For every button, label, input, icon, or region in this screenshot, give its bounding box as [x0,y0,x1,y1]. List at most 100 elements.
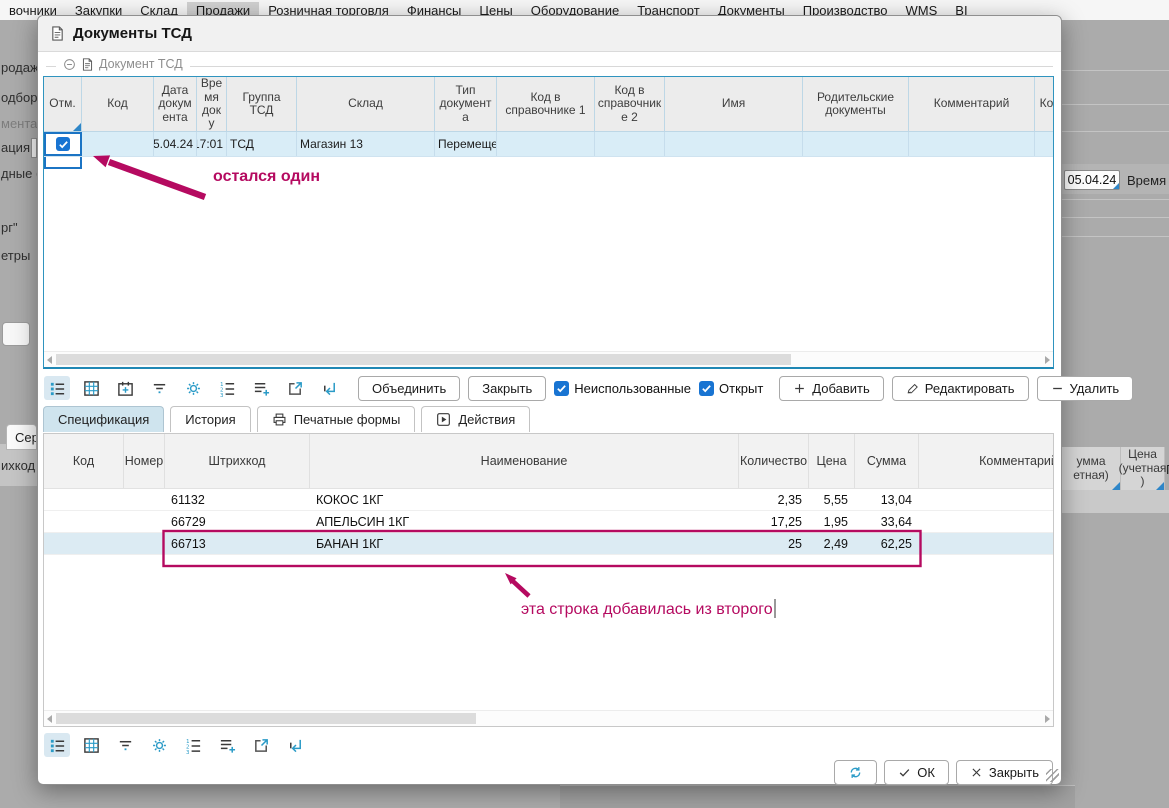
cell-qty[interactable]: 17,25 [739,511,809,532]
reload-icon[interactable] [282,733,308,757]
cell-name[interactable]: БАНАН 1КГ [310,533,739,554]
delete-button[interactable]: Удалить [1037,376,1134,401]
edit-button[interactable]: Редактировать [892,376,1029,401]
cell-barcode[interactable]: 66713 [165,533,310,554]
column-header-ref1[interactable]: Код в справочнике 1 [497,77,595,132]
column-header-extra[interactable]: Ко [1035,77,1054,132]
settings-gear-icon[interactable] [146,733,172,757]
resize-grip[interactable] [1046,769,1059,782]
tab-specification[interactable]: Спецификация [43,406,164,432]
column-header-barcode[interactable]: Штрихкод [165,434,310,488]
unused-checkbox[interactable]: Неиспользованные [554,381,691,396]
cell-parents[interactable] [803,132,909,156]
column-header-sklad[interactable]: Склад [297,77,435,132]
add-rows-icon[interactable] [214,733,240,757]
tab-history[interactable]: История [170,406,250,432]
cell-extra[interactable] [1035,132,1054,156]
spec-row-apelsin[interactable]: 66729 АПЕЛЬСИН 1КГ 17,25 1,95 33,64 [44,511,1053,533]
refresh-button[interactable] [834,760,877,785]
column-header-otm[interactable]: Отм. [44,77,82,132]
scroll-right-arrow[interactable] [1045,356,1050,364]
tab-print-forms[interactable]: Печатные формы [257,406,416,432]
cell-kod[interactable] [82,132,154,156]
add-rows-icon[interactable] [248,376,274,400]
cell-name[interactable]: КОКОС 1КГ [310,489,739,510]
dialog-close-button[interactable]: Закрыть [956,760,1053,785]
cell-price[interactable]: 5,55 [809,489,855,510]
column-header-doctype[interactable]: Тип документа [435,77,497,132]
grid-cell-cursor [44,157,82,169]
scroll-left-arrow[interactable] [47,715,52,723]
column-header-comment[interactable]: Комментарий [919,434,1054,488]
cell-ref1[interactable] [497,132,595,156]
settings-gear-icon[interactable] [180,376,206,400]
cell-ref2[interactable] [595,132,665,156]
spec-row-banan-selected[interactable]: 66713 БАНАН 1КГ 25 2,49 62,25 [44,533,1053,555]
merge-button[interactable]: Объединить [358,376,460,401]
column-header-comment[interactable]: Комментарий [909,77,1035,132]
scroll-right-arrow[interactable] [1045,715,1050,723]
ok-button[interactable]: ОК [884,760,949,785]
cell-comment[interactable] [919,533,1054,554]
cell-doctype[interactable]: Перемещение [435,132,497,156]
cell-qty[interactable]: 25 [739,533,809,554]
grid-icon[interactable] [78,733,104,757]
cell-name[interactable]: АПЕЛЬСИН 1КГ [310,511,739,532]
scrollbar-thumb[interactable] [56,713,476,724]
column-header-parents[interactable]: Родительские документы [803,77,909,132]
filter-icon[interactable] [112,733,138,757]
documents-grid: Отм. Код Дата документа Время доку Групп… [43,76,1054,369]
cell-sum[interactable]: 13,04 [855,489,919,510]
calendar-add-icon[interactable] [112,376,138,400]
column-header-qty[interactable]: Количество [739,434,809,488]
open-checkbox[interactable]: Открыт [699,381,763,396]
column-header-nomer[interactable]: Номер [124,434,165,488]
column-header-price[interactable]: Цена [809,434,855,488]
cell-comment[interactable] [919,511,1054,532]
add-button[interactable]: Добавить [779,376,883,401]
cell-price[interactable]: 2,49 [809,533,855,554]
open-external-icon[interactable] [248,733,274,757]
column-header-kod[interactable]: Код [44,434,124,488]
cell-barcode[interactable]: 66729 [165,511,310,532]
filter-icon[interactable] [146,376,172,400]
cell-comment[interactable] [919,489,1054,510]
cell-qty[interactable]: 2,35 [739,489,809,510]
cell-barcode[interactable]: 61132 [165,489,310,510]
column-header-name[interactable]: Наименование [310,434,739,488]
printer-icon [272,412,287,427]
list-view-icon[interactable] [44,376,70,400]
scroll-left-arrow[interactable] [47,356,52,364]
column-header-kod[interactable]: Код [82,77,154,132]
row-mark-cell[interactable] [44,132,82,156]
cell-time[interactable]: 17:01 [197,132,227,156]
grid-icon[interactable] [78,376,104,400]
column-header-name[interactable]: Имя [665,77,803,132]
cell-name[interactable] [665,132,803,156]
column-header-sum[interactable]: Сумма [855,434,919,488]
list-view-icon[interactable] [44,733,70,757]
cell-price[interactable]: 1,95 [809,511,855,532]
spec-row-kokos[interactable]: 61132 КОКОС 1КГ 2,35 5,55 13,04 [44,489,1053,511]
reload-icon[interactable] [316,376,342,400]
open-external-icon[interactable] [282,376,308,400]
cell-sum[interactable]: 62,25 [855,533,919,554]
cell-group[interactable]: ТСД [227,132,297,156]
column-header-date[interactable]: Дата документа [154,77,197,132]
document-row[interactable]: 05.04.24 17:01 ТСД Магазин 13 Перемещени… [44,132,1053,157]
cell-date[interactable]: 05.04.24 [154,132,197,156]
column-header-group[interactable]: Группа ТСД [227,77,297,132]
column-header-ref2[interactable]: Код в справочнике 2 [595,77,665,132]
close-document-button[interactable]: Закрыть [468,376,546,401]
collapse-icon[interactable] [63,58,76,71]
scrollbar-thumb[interactable] [56,354,791,365]
column-header-time[interactable]: Время доку [197,77,227,132]
numbered-list-icon[interactable] [214,376,240,400]
row-checkbox-checked[interactable] [56,137,70,151]
tab-actions[interactable]: Действия [421,406,530,432]
cell-sklad[interactable]: Магазин 13 [297,132,435,156]
numbered-list-icon[interactable] [180,733,206,757]
cell-comment[interactable] [909,132,1035,156]
documents-toolbar: Объединить Закрыть Неиспользованные Откр… [44,373,1053,403]
cell-sum[interactable]: 33,64 [855,511,919,532]
